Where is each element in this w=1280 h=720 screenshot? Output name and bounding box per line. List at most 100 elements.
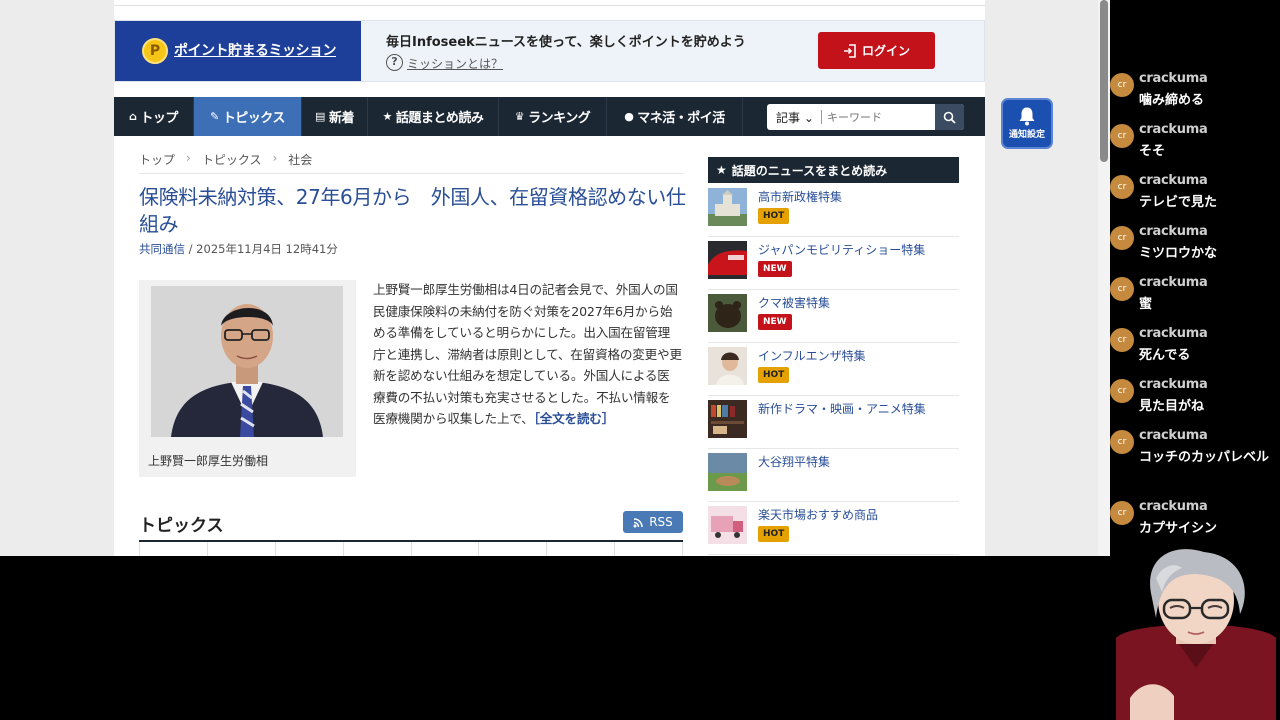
side-item[interactable]: 大谷翔平特集 xyxy=(708,449,959,502)
breadcrumb-top[interactable]: トップ xyxy=(139,151,175,168)
topics-tab[interactable] xyxy=(410,542,479,556)
search-button[interactable] xyxy=(935,104,964,130)
avatar: cr xyxy=(1110,430,1134,454)
thumbnail-car xyxy=(708,241,747,279)
side-item-label: ジャパンモビリティショー特集 xyxy=(758,243,926,257)
mission-banner-left[interactable]: P ポイント貯まるミッション xyxy=(115,21,361,81)
side-item[interactable]: 高市新政権特集 HOT xyxy=(708,184,959,237)
nav-item-new[interactable]: ▤ 新着 xyxy=(302,97,368,136)
login-button[interactable]: ログイン xyxy=(818,32,935,69)
search-divider xyxy=(821,110,822,124)
vtuber-avatar xyxy=(1112,548,1280,720)
live-chat: cr crackuma 噛み締める cr crackuma そそ cr crac… xyxy=(1110,64,1280,554)
topics-tab[interactable] xyxy=(478,542,546,556)
breadcrumb: トップ › トピックス › 社会 xyxy=(139,151,312,168)
page-scrollbar[interactable] xyxy=(1098,0,1110,556)
thumbnail-diet-building xyxy=(708,188,747,226)
read-more-link[interactable]: ［全文を読む］ xyxy=(534,411,615,426)
avatar: cr xyxy=(1110,73,1134,97)
topics-tab[interactable] xyxy=(139,542,207,556)
article-meta: 共同通信 / 2025年11月4日 12時41分 xyxy=(139,241,338,257)
article-photo-box: 上野賢一郎厚生労働相 xyxy=(139,280,356,477)
topics-tab[interactable] xyxy=(274,542,343,556)
nav-item-ranking[interactable]: ♛ ランキング xyxy=(499,97,607,136)
chat-text: 蜜 xyxy=(1139,297,1153,312)
article-source-link[interactable]: 共同通信 xyxy=(139,242,185,256)
topics-tab[interactable] xyxy=(206,542,275,556)
chat-text: カプサイシン xyxy=(1139,521,1218,536)
side-item[interactable]: 新作ドラマ・映画・アニメ特集 xyxy=(708,396,959,449)
hot-badge: HOT xyxy=(758,526,790,542)
side-item-label: 楽天市場おすすめ商品 xyxy=(758,508,879,522)
side-panel-title: 話題のニュースをまとめ読み xyxy=(731,163,888,178)
nav-item-poikatsu[interactable]: ● マネ活・ポイ活 xyxy=(607,97,743,136)
home-icon: ⌂ xyxy=(129,110,137,123)
breadcrumb-topics[interactable]: トピックス xyxy=(202,151,262,168)
thumbnail-bookshelf xyxy=(708,400,747,438)
nav-item-label: ランキング xyxy=(528,111,591,126)
mission-title-link[interactable]: ポイント貯まるミッション xyxy=(174,40,337,60)
article-summary: 上野賢一郎厚生労働相は4日の記者会見で、外国人の国民健康保険料の未納付を防ぐ対策… xyxy=(373,282,682,426)
nav-item-label: 新着 xyxy=(328,111,355,126)
topics-tab[interactable] xyxy=(614,542,683,556)
star-icon: ★ xyxy=(716,163,727,177)
nav-item-label: トップ xyxy=(140,111,178,126)
topics-tab[interactable] xyxy=(342,542,411,556)
pencil-icon: ✎ xyxy=(210,110,219,123)
nav-item-matome[interactable]: ★ 話題まとめ読み xyxy=(368,97,499,136)
document-icon: ▤ xyxy=(315,110,325,123)
rss-icon xyxy=(633,517,643,527)
search-category-select[interactable]: 記事 ⌄ xyxy=(776,109,814,126)
breadcrumb-separator: › xyxy=(272,151,278,165)
photo-caption: 上野賢一郎厚生労働相 xyxy=(148,454,269,468)
chat-username: crackuma xyxy=(1139,275,1208,290)
thumbnail-baseball-field xyxy=(708,453,747,491)
new-badge: NEW xyxy=(758,261,792,277)
side-item-label: 新作ドラマ・映画・アニメ特集 xyxy=(758,402,926,416)
article-photo[interactable] xyxy=(151,286,343,437)
avatar: cr xyxy=(1110,124,1134,148)
page-top-strip xyxy=(114,0,985,6)
rss-button[interactable]: RSS xyxy=(623,511,683,533)
side-item[interactable]: クマ被害特集 NEW xyxy=(708,290,959,343)
mission-help-link[interactable]: ミッションとは？ xyxy=(407,55,503,72)
help-icon[interactable]: ? xyxy=(386,54,403,71)
topics-tab[interactable] xyxy=(546,542,614,556)
scrollbar-thumb[interactable] xyxy=(1100,0,1108,162)
breadcrumb-separator: › xyxy=(186,151,191,165)
news-page: P ポイント貯まるミッション 毎日Infoseekニュースを使って、楽しくポイン… xyxy=(114,0,985,556)
thumbnail-bear xyxy=(708,294,747,332)
nav-item-top[interactable]: ⌂ トップ xyxy=(114,97,194,136)
nav-item-label: トピックス xyxy=(222,111,286,126)
thumbnail-delivery-truck xyxy=(708,506,747,544)
search-icon xyxy=(943,111,956,124)
bell-icon xyxy=(1019,107,1035,126)
hot-badge: HOT xyxy=(758,367,790,383)
chat-text: テレビで見た xyxy=(1139,195,1218,210)
nav-item-label: 話題まとめ読み xyxy=(395,111,484,126)
avatar: cr xyxy=(1110,328,1134,352)
chat-username: crackuma xyxy=(1139,326,1208,341)
screen: P ポイント貯まるミッション 毎日Infoseekニュースを使って、楽しくポイン… xyxy=(0,0,1280,720)
side-item[interactable]: 楽天市場おすすめ商品 HOT xyxy=(708,502,959,555)
mission-banner: P ポイント貯まるミッション 毎日Infoseekニュースを使って、楽しくポイン… xyxy=(114,20,985,82)
side-item[interactable]: ジャパンモビリティショー特集 NEW xyxy=(708,237,959,290)
avatar: cr xyxy=(1110,226,1134,250)
point-coin-icon: P xyxy=(142,38,168,64)
nav-item-topics[interactable]: ✎ トピックス xyxy=(194,97,302,136)
rss-label: RSS xyxy=(649,515,673,529)
side-item[interactable]: インフルエンザ特集 HOT xyxy=(708,343,959,396)
mission-description: 毎日Infoseekニュースを使って、楽しくポイントを貯めよう xyxy=(386,35,746,50)
article-title: 保険料未納対策、27年6月から 外国人、在留資格認めない仕組み xyxy=(139,185,686,236)
notification-settings-button[interactable]: 通知設定 xyxy=(1001,98,1053,149)
chat-username: crackuma xyxy=(1139,71,1208,86)
side-item-label: 大谷翔平特集 xyxy=(758,455,831,469)
nav-item-label: マネ活・ポイ活 xyxy=(637,111,725,126)
browser-viewport: P ポイント貯まるミッション 毎日Infoseekニュースを使って、楽しくポイン… xyxy=(0,0,1098,556)
breadcrumb-society[interactable]: 社会 xyxy=(288,151,312,168)
side-panel-heading: ★ 話題のニュースをまとめ読み xyxy=(708,157,959,183)
search-input[interactable] xyxy=(827,107,929,127)
side-item-label: クマ被害特集 xyxy=(758,296,831,310)
chat-username: crackuma xyxy=(1139,122,1208,137)
crown-icon: ♛ xyxy=(514,110,525,123)
